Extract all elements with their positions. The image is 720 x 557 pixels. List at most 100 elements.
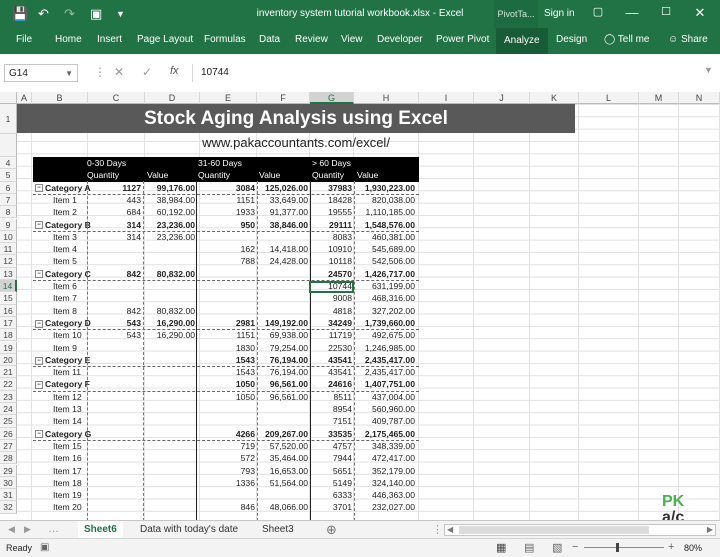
row-header-29[interactable]: 29: [0, 464, 17, 477]
scroll-right-icon[interactable]: ▶: [707, 525, 713, 535]
pivot-category-row[interactable]: − Category G 4266 209,267.00 33535 2,175,465.…: [33, 428, 419, 441]
pivot-category-row[interactable]: − Category C 842 80,832.00 24570 1,426,717.00: [33, 268, 419, 281]
row-header-28[interactable]: 28: [0, 452, 17, 465]
tab-view[interactable]: View: [341, 34, 363, 45]
row-header-21[interactable]: 21: [0, 366, 17, 379]
column-header-g[interactable]: G: [310, 92, 354, 104]
row-header-22[interactable]: 22: [0, 378, 17, 391]
row-header-18[interactable]: 18: [0, 329, 17, 342]
pivot-item-row[interactable]: Item 6 10744 631,199.00: [33, 280, 419, 292]
more-sheets-icon[interactable]: ⋮: [432, 523, 443, 536]
pivot-category-row[interactable]: − Category F 1050 96,561.00 24616 1,407,751.0…: [33, 378, 419, 392]
column-header-h[interactable]: H: [354, 92, 419, 104]
row-header-2-3[interactable]: [0, 134, 17, 157]
pivot-item-row[interactable]: Item 17 793 16,653.00 5651 352,179.00: [33, 465, 419, 477]
row-header-19[interactable]: 19: [0, 341, 17, 354]
column-header-a[interactable]: A: [17, 92, 32, 104]
enter-icon[interactable]: ✓: [142, 65, 152, 79]
redo-icon[interactable]: ↷: [64, 6, 75, 22]
zoom-in-button[interactable]: +: [668, 541, 674, 553]
row-header-27[interactable]: 27: [0, 439, 17, 453]
collapse-icon[interactable]: −: [35, 184, 43, 193]
expand-formula-icon[interactable]: ▼: [704, 65, 713, 75]
row-header-17[interactable]: 17: [0, 316, 17, 330]
pivot-table[interactable]: 0-30 Days 31-60 Days > 60 Days Quantity …: [33, 157, 419, 520]
column-header-e[interactable]: E: [200, 92, 257, 104]
scroll-first-sheet-icon[interactable]: ◀: [8, 524, 15, 535]
row-header-26[interactable]: 26: [0, 427, 17, 440]
page-layout-view-icon[interactable]: ▤: [524, 541, 534, 554]
sheet-tab-sheet3[interactable]: Sheet3: [256, 521, 300, 538]
tab-page-layout[interactable]: Page Layout: [137, 34, 193, 45]
sheet-url[interactable]: www.pakaccountants.com/excel/: [17, 134, 575, 152]
row-header-32[interactable]: 32: [0, 501, 17, 514]
pivot-item-row[interactable]: Item 15 719 57,520.00 4757 348,339.00: [33, 440, 419, 452]
pivot-item-row[interactable]: Item 8 842 80,832.00 4818 327,202.00: [33, 305, 419, 317]
tab-data[interactable]: Data: [259, 34, 280, 45]
tab-power-pivot[interactable]: Power Pivot: [436, 34, 489, 45]
camera-icon[interactable]: ▣: [90, 6, 102, 22]
ribbon-display-icon[interactable]: ▢: [588, 5, 608, 18]
pivot-item-row[interactable]: Item 7 9008 468,316.00: [33, 292, 419, 304]
tab-formulas[interactable]: Formulas: [204, 34, 246, 45]
collapse-icon[interactable]: −: [35, 430, 43, 439]
row-header-6[interactable]: 6: [0, 181, 17, 194]
sheet-title[interactable]: Stock Aging Analysis using Excel: [17, 104, 575, 133]
pivot-item-row[interactable]: Item 20 846 48,066.00 3701 232,027.00: [33, 501, 419, 513]
active-cell-g14[interactable]: [309, 281, 354, 293]
tab-design[interactable]: Design: [556, 34, 587, 45]
column-header-m[interactable]: M: [639, 92, 679, 104]
pivot-item-row[interactable]: Item 19 6333 446,363.00: [33, 489, 419, 501]
undo-icon[interactable]: ↶: [38, 6, 49, 22]
row-header-25[interactable]: 25: [0, 415, 17, 428]
tab-analyze[interactable]: Analyze: [496, 28, 548, 54]
minimize-icon[interactable]: —: [622, 5, 642, 20]
save-icon[interactable]: 💾: [12, 6, 28, 22]
pivot-item-row[interactable]: Item 14 7151 409,787.00: [33, 415, 419, 427]
row-header-5[interactable]: 5: [0, 169, 17, 182]
pivot-item-row[interactable]: Item 11 1543 76,194.00 43541 2,435,417.00: [33, 366, 419, 378]
new-sheet-icon[interactable]: ⊕: [326, 522, 337, 538]
zoom-level[interactable]: 80%: [684, 543, 702, 553]
column-header-j[interactable]: J: [474, 92, 530, 104]
zoom-out-button[interactable]: −: [572, 541, 578, 553]
row-header-23[interactable]: 23: [0, 390, 17, 403]
sheet-tab-data-with-todays-date[interactable]: Data with today's date: [134, 521, 244, 538]
pivot-item-row[interactable]: Item 12 1050 96,561.00 8511 437,004.00: [33, 391, 419, 403]
row-header-1[interactable]: 1: [0, 104, 17, 134]
pivot-item-row[interactable]: Item 5 788 24,428.00 10118 542,506.00: [33, 255, 419, 267]
row-header-12[interactable]: 12: [0, 255, 17, 268]
row-header-16[interactable]: 16: [0, 304, 17, 317]
tell-me-search[interactable]: ◯ Tell me: [604, 34, 649, 45]
row-header-7[interactable]: 7: [0, 193, 17, 207]
pivot-item-row[interactable]: Item 3 314 23,236.00 8083 460,381.00: [33, 231, 419, 243]
tab-insert[interactable]: Insert: [97, 34, 122, 45]
pivot-context-tab[interactable]: PivotTa...: [494, 0, 538, 28]
row-header-11[interactable]: 11: [0, 243, 17, 256]
row-header-30[interactable]: 30: [0, 476, 17, 490]
zoom-slider-handle[interactable]: [616, 543, 619, 552]
formula-input[interactable]: 10744: [192, 64, 701, 82]
collapse-icon[interactable]: −: [35, 319, 43, 328]
cancel-icon[interactable]: ✕: [114, 65, 124, 79]
name-box[interactable]: G14 ▼: [4, 64, 78, 82]
pivot-item-row[interactable]: Item 18 1336 51,564.00 5149 324,140.00: [33, 477, 419, 489]
column-header-c[interactable]: C: [88, 92, 145, 104]
insert-function-icon[interactable]: fx: [170, 65, 179, 77]
customize-toolbar-icon[interactable]: ▼: [116, 9, 125, 19]
pivot-item-row[interactable]: Item 1 443 38,984.00 1151 33,649.00 18428 820,…: [33, 194, 419, 206]
tab-file[interactable]: File: [16, 34, 32, 45]
share-button[interactable]: ☺ Share: [668, 34, 708, 45]
column-header-l[interactable]: L: [579, 92, 639, 104]
scroll-left-icon[interactable]: ◀: [447, 525, 453, 535]
tab-review[interactable]: Review: [295, 34, 328, 45]
pivot-item-row[interactable]: Item 2 684 60,192.00 1933 91,377.00 19555 1,11…: [33, 206, 419, 218]
maximize-icon[interactable]: ☐: [656, 5, 676, 18]
select-all-corner[interactable]: [0, 92, 17, 104]
row-header-14[interactable]: 14: [0, 280, 17, 293]
row-header-9[interactable]: 9: [0, 218, 17, 231]
column-header-b[interactable]: B: [32, 92, 88, 104]
pivot-item-row[interactable]: Item 9 1830 79,254.00 22530 1,246,985.00: [33, 342, 419, 354]
column-header-f[interactable]: F: [257, 92, 310, 104]
page-break-view-icon[interactable]: ▧: [552, 541, 562, 554]
